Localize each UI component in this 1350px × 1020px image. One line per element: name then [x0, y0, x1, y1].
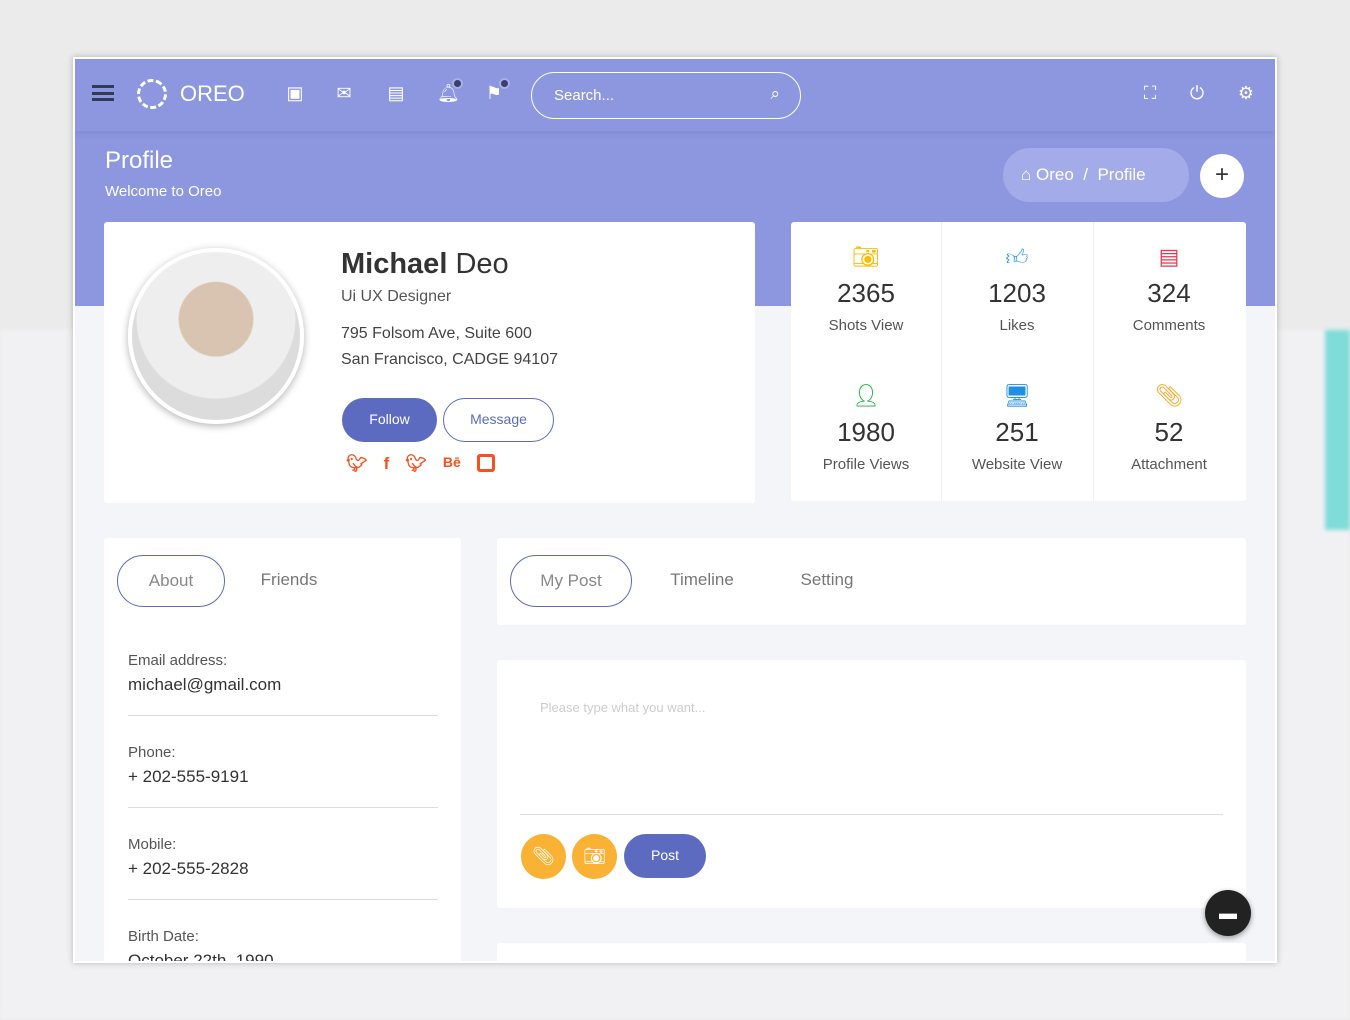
post-tabs-card: My Post Timeline Setting [497, 538, 1246, 625]
logo-text: OREO [180, 81, 245, 106]
behance-icon[interactable]: Bē [443, 454, 461, 474]
facebook-icon[interactable]: f [384, 454, 390, 474]
address-line2: San Francisco, CADGE 94107 [341, 351, 558, 368]
next-card [497, 943, 1246, 961]
profile-role: Ui UX Designer [341, 288, 452, 305]
page-subtitle: Welcome to Oreo [105, 183, 222, 200]
breadcrumb-current: Profile [1097, 165, 1146, 184]
birthdate-field: Birth Date: October 22th, 1990 [128, 928, 274, 963]
stats-card: 📷︎ 2365 Shots View 👍︎ 1203 Likes ▤ 324 Comment… [791, 222, 1246, 501]
calendar-icon[interactable]: ▣ [285, 83, 305, 103]
attach-button[interactable]: 📎︎ [521, 834, 566, 879]
profile-last-name: Deo [455, 248, 509, 280]
tab-my-post[interactable]: My Post [510, 555, 632, 607]
mail-icon[interactable]: ✉ [334, 83, 354, 103]
profile-first-name: Michael [341, 248, 448, 280]
email-field: Email address: michael@gmail.com [128, 652, 438, 716]
stat-website-view: 🖥︎ 251 Website View [942, 361, 1092, 500]
mobile-field: Mobile: + 202-555-2828 [128, 836, 438, 900]
avatar [128, 248, 304, 424]
about-card: About Friends Email address: michael@gmai… [104, 538, 461, 963]
tab-timeline[interactable]: Timeline [647, 555, 757, 607]
thumbs-up-icon: 👍︎ [1005, 245, 1029, 270]
bell-icon[interactable]: 🔔︎ [437, 80, 461, 103]
camera-button[interactable]: 📷︎ [572, 834, 617, 879]
stat-comments: ▤ 324 Comments [1094, 222, 1244, 361]
camera-icon: 📷︎ [852, 244, 880, 269]
search-icon[interactable]: ⌕ [770, 84, 780, 104]
breadcrumb: ⌂ Oreo / Profile [1003, 148, 1189, 202]
home-icon: ⌂ [1021, 165, 1032, 184]
address-line1: 795 Folsom Ave, Suite 600 [341, 325, 532, 342]
instagram-icon[interactable] [476, 454, 495, 472]
stat-shots-view: 📷︎ 2365 Shots View [791, 222, 941, 361]
menu-icon[interactable] [92, 85, 114, 101]
stat-likes: 👍︎ 1203 Likes [942, 222, 1092, 361]
flag-icon[interactable]: ⚑ [484, 80, 508, 103]
contacts-icon[interactable]: ▤ [386, 83, 406, 103]
follow-button[interactable]: Follow [342, 398, 437, 442]
logo-icon [132, 74, 172, 114]
chat-icon: ▬ [1219, 903, 1237, 923]
stat-profile-views: 👤︎ 1980 Profile Views [791, 361, 941, 500]
app-window: OREO ▣ ✉ ▤ 🔔︎ ⚑ Search... ⌕ ⛶ ⏻ ⚙ Profile… [73, 57, 1277, 963]
post-textarea[interactable]: Please type what you want... [520, 680, 1223, 815]
breadcrumb-home[interactable]: Oreo [1036, 165, 1074, 184]
paperclip-icon: 📎︎ [1155, 383, 1183, 408]
page-title: Profile [105, 147, 174, 174]
add-button[interactable]: + [1200, 154, 1244, 198]
power-icon[interactable]: ⏻ [1187, 83, 1207, 103]
profile-card: Michael Deo Ui UX Designer 795 Folsom Av… [104, 222, 755, 503]
chat-button[interactable]: ▬ [1205, 890, 1251, 936]
comment-icon: ▤ [1158, 244, 1180, 269]
tab-setting[interactable]: Setting [777, 555, 877, 607]
stat-attachment: 📎︎ 52 Attachment [1094, 361, 1244, 500]
settings-icon[interactable]: ⚙ [1236, 83, 1256, 103]
monitor-icon: 🖥︎ [1003, 383, 1031, 408]
phone-field: Phone: + 202-555-9191 [128, 744, 438, 808]
person-icon: 👤︎ [852, 383, 880, 408]
compose-card: Please type what you want... 📎︎ 📷︎ Post [497, 660, 1246, 908]
top-navbar: OREO ▣ ✉ ▤ 🔔︎ ⚑ Search... ⌕ ⛶ ⏻ ⚙ [75, 59, 1275, 131]
search-input[interactable]: Search... ⌕ [531, 72, 801, 119]
fullscreen-icon[interactable]: ⛶ [1140, 83, 1160, 103]
twitter-icon-2[interactable]: 🐦︎ [405, 454, 427, 474]
tab-about[interactable]: About [117, 555, 225, 607]
post-button[interactable]: Post [624, 834, 706, 878]
message-button[interactable]: Message [443, 398, 554, 442]
tab-friends[interactable]: Friends [239, 555, 339, 607]
twitter-icon[interactable]: 🐦︎ [346, 454, 368, 474]
